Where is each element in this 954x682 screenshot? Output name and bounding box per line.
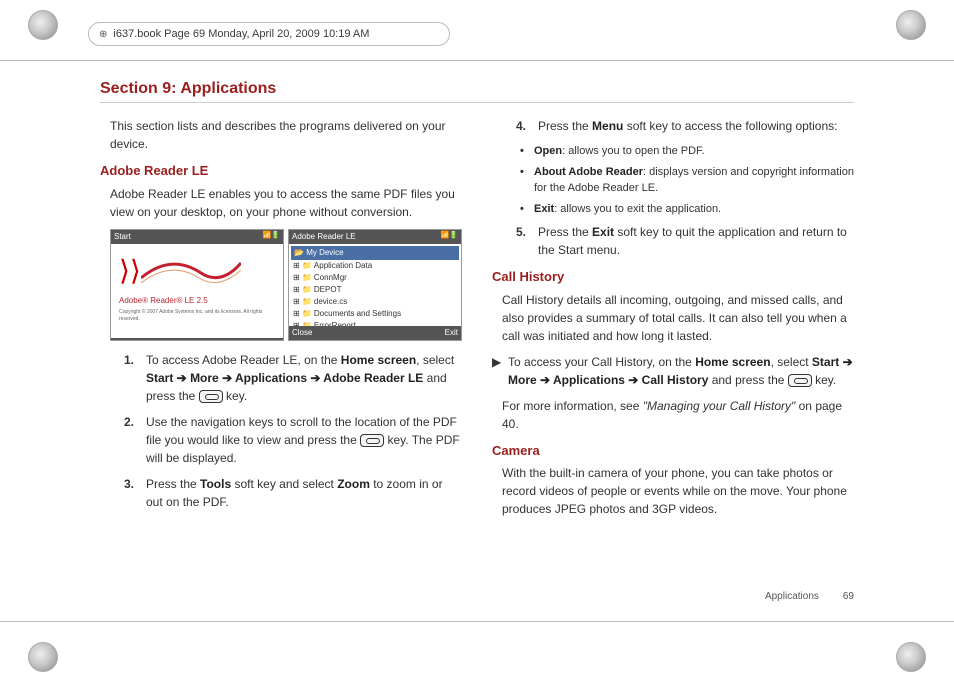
shot1-copyright: Copyright © 2007 Adobe Systems Inc. and … — [111, 307, 283, 326]
camera-heading: Camera — [492, 441, 854, 461]
folder-item: device.cs — [314, 297, 347, 306]
camera-intro: With the built-in camera of your phone, … — [492, 464, 854, 518]
page-metadata-text: i637.book Page 69 Monday, April 20, 2009… — [113, 28, 369, 40]
step-5-text: Press the Exit soft key to quit the appl… — [538, 223, 854, 259]
adobe-intro: Adobe Reader LE enables you to access th… — [100, 185, 462, 221]
bullet-exit: •Exit: allows you to exit the applicatio… — [492, 201, 854, 218]
step-4-text: Press the Menu soft key to access the fo… — [538, 117, 838, 135]
screenshot-adobe-browser: Adobe Reader LE 📶🔋 📂 My Device ⊞ 📁Applic… — [288, 229, 462, 341]
ok-key-icon — [199, 390, 223, 403]
footer-section: Applications — [765, 591, 819, 602]
shot2-title: Adobe Reader LE — [292, 231, 356, 243]
swoosh-graphic — [141, 248, 241, 298]
step-3-text: Press the Tools soft key and select Zoom… — [146, 475, 462, 511]
page-footer: Applications 69 — [765, 591, 854, 602]
shot1-title: Start — [114, 231, 131, 243]
left-column: This section lists and describes the pro… — [100, 117, 462, 526]
step-5: 5. Press the Exit soft key to quit the a… — [492, 223, 854, 259]
callhistory-heading: Call History — [492, 267, 854, 287]
folder-item: DEPOT — [314, 285, 342, 294]
crop-mark-icon — [896, 642, 926, 672]
step-1-text: To access Adobe Reader LE, on the Home s… — [146, 353, 454, 403]
arrow-icon: ▶ — [492, 353, 508, 389]
shot2-footer-right: Exit — [445, 327, 458, 339]
status-icons: 📶🔋 — [441, 231, 458, 243]
adobe-heading: Adobe Reader LE — [100, 161, 462, 181]
folder-item: Application Data — [314, 261, 372, 270]
folder-item: Documents and Settings — [314, 309, 401, 318]
screenshot-adobe-splash: Start 📶🔋 ⟩⟩ Adobe® Reader® LE 2.5 Copyri… — [110, 229, 284, 341]
status-icons: 📶🔋 — [263, 231, 280, 243]
crop-mark-icon — [896, 10, 926, 40]
ok-key-icon — [360, 434, 384, 447]
crop-line — [0, 60, 954, 61]
adobe-logo-icon: ⟩⟩ — [111, 244, 149, 292]
step-3: 3. Press the Tools soft key and select Z… — [100, 475, 462, 511]
screenshot-row: Start 📶🔋 ⟩⟩ Adobe® Reader® LE 2.5 Copyri… — [100, 229, 462, 341]
bullet-open: •Open: allows you to open the PDF. — [492, 143, 854, 160]
ok-key-icon — [788, 374, 812, 387]
crop-line — [0, 621, 954, 622]
step-2: 2. Use the navigation keys to scroll to … — [100, 413, 462, 467]
shot1-brand: Adobe® Reader® LE 2.5 — [111, 295, 283, 307]
folder-item: ConnMgr — [314, 273, 347, 282]
step-4: 4. Press the Menu soft key to access the… — [492, 117, 854, 135]
step-1: 1. To access Adobe Reader LE, on the Hom… — [100, 351, 462, 405]
right-column: 4. Press the Menu soft key to access the… — [492, 117, 854, 526]
footer-page-number: 69 — [843, 591, 854, 602]
page-metadata-bar: ⊕ i637.book Page 69 Monday, April 20, 20… — [88, 22, 450, 46]
callhistory-more: For more information, see "Managing your… — [492, 397, 854, 433]
crop-mark-icon — [28, 10, 58, 40]
crop-mark-icon — [28, 642, 58, 672]
callhistory-action: ▶ To access your Call History, on the Ho… — [492, 353, 854, 389]
shot2-footer-left: Close — [292, 327, 312, 339]
folder-root: My Device — [306, 248, 343, 257]
section-intro: This section lists and describes the pro… — [100, 117, 462, 153]
callhistory-intro: Call History details all incoming, outgo… — [492, 291, 854, 345]
section-title: Section 9: Applications — [100, 80, 854, 103]
bullet-about: •About Adobe Reader: displays version an… — [492, 164, 854, 197]
book-icon: ⊕ — [99, 29, 107, 40]
